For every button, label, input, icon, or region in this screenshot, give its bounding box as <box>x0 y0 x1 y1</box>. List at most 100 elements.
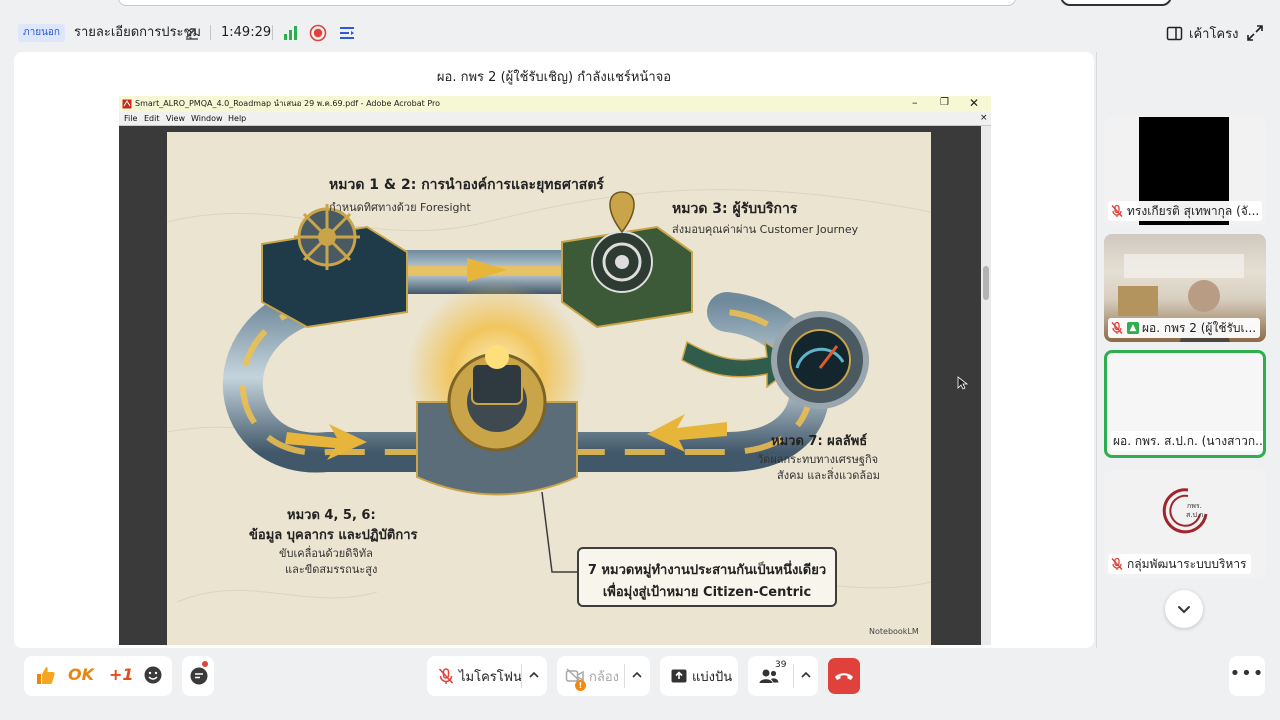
participant-tile[interactable]: ทรงเกียรติ สุเทพากุล (จั... <box>1104 117 1266 225</box>
scrollbar-thumb[interactable] <box>983 266 989 300</box>
layout-label: เค้าโครง <box>1189 26 1239 42</box>
cat12-subtitle: กำหนดทิศทางด้วย Foresight <box>329 201 471 214</box>
minimize-button[interactable]: – <box>912 97 918 109</box>
participant-name: ผอ. กพร 2 (ผู้ใช้รับเ... <box>1142 321 1257 335</box>
mic-off-icon <box>1111 557 1123 570</box>
layout-button[interactable]: เค้าโครง <box>1166 22 1238 44</box>
document-scrollbar[interactable] <box>981 126 991 645</box>
chevron-up-icon[interactable] <box>630 668 644 682</box>
callout-line-1: 7 หมวดหมู่ทำงานประสานกันเป็นหนึ่งเดียว <box>587 563 827 578</box>
maximize-button[interactable]: ❐ <box>940 97 949 109</box>
participant-name: ผอ. กพร. ส.ป.ก. (นางสาวก... <box>1113 434 1265 448</box>
participant-name-tag: ผอ. กพร. ส.ป.ก. (นางสาวก... <box>1111 431 1265 451</box>
share-screen-button[interactable]: แบ่งปัน <box>660 656 738 696</box>
mic-off-icon <box>438 668 454 684</box>
divider <box>624 664 625 688</box>
reaction-plus-one-button[interactable]: +1 <box>109 664 134 686</box>
divider <box>272 25 273 40</box>
notification-dot <box>202 661 208 667</box>
cat7-subtitle-2: สังคม และสิ่งแวดล้อม <box>777 469 881 482</box>
meeting-details-link[interactable]: รายละเอียดการประชุม <box>74 23 201 43</box>
more-options-button[interactable]: ••• <box>1229 656 1265 696</box>
camera-button[interactable]: ! กล้อง <box>557 656 650 696</box>
document-close-button[interactable]: × <box>980 112 988 124</box>
camera-label: กล้อง <box>589 669 619 685</box>
menu-view[interactable]: View <box>166 113 185 125</box>
chevron-up-icon[interactable] <box>799 668 813 682</box>
participant-tile[interactable]: ▲ ผอ. กพร 2 (ผู้ใช้รับเ... <box>1104 234 1266 342</box>
layout-icon <box>1166 26 1183 40</box>
acrobat-menubar: File Edit View Window Help × <box>119 112 991 126</box>
participant-tile[interactable]: กพร. ส.ป.ก. กลุ่มพัฒนาระบบบริหาร <box>1104 470 1266 578</box>
logo-text: ส.ป.ก. <box>1186 511 1206 519</box>
divider <box>793 664 794 688</box>
signal-strength-icon[interactable] <box>283 25 299 41</box>
meeting-timer: 1:49:29 <box>221 25 272 40</box>
notebooklm-watermark: NotebookLM <box>869 627 919 636</box>
participant-count: 39 <box>775 660 787 670</box>
participant-name: ทรงเกียรติ สุเทพากุล (จั... <box>1127 204 1260 218</box>
camera-warning-icon: ! <box>575 680 586 691</box>
share-screen-icon <box>671 669 687 683</box>
participants-button[interactable]: 39 <box>748 656 818 696</box>
mic-off-icon <box>1111 204 1123 217</box>
acrobat-window[interactable]: Smart_ALRO_PMQA_4.0_Roadmap นำเสนอ 29 พ.… <box>119 96 991 645</box>
participant-name: กลุ่มพัฒนาระบบบริหาร <box>1127 557 1247 571</box>
recording-icon[interactable] <box>309 24 327 42</box>
top-search-field[interactable] <box>118 0 1016 6</box>
microphone-label: ไมโครโฟน <box>459 669 522 685</box>
cat7-title: หมวด 7: ผลลัพธ์ <box>771 434 868 449</box>
acrobat-window-title: Smart_ALRO_PMQA_4.0_Roadmap นำเสนอ 29 พ.… <box>135 99 441 108</box>
share-label: แบ่งปัน <box>692 669 733 685</box>
fullscreen-icon[interactable] <box>1245 23 1265 43</box>
top-pill-button[interactable] <box>1060 0 1172 6</box>
meeting-controls-bar: OK +1 ไมโครโฟน ! กล้อง แบ่งปัน 39 ••• <box>0 648 1280 720</box>
document-page-area[interactable]: หมวด 1 & 2: การนำองค์การและยุทธศาสตร์ กำ… <box>119 126 981 645</box>
summary-callout: 7 หมวดหมู่ทำงานประสานกันเป็นหนึ่งเดียว เ… <box>577 547 837 607</box>
divider <box>521 664 522 688</box>
menu-help[interactable]: Help <box>228 113 246 125</box>
hang-up-icon <box>835 673 853 680</box>
cat456-title-2: ข้อมูล บุคลากร และปฏิบัติการ <box>249 528 418 543</box>
participant-name-tag: ทรงเกียรติ สุเทพากุล (จั... <box>1108 201 1262 221</box>
organization-logo-icon: กพร. ส.ป.ก. <box>1162 488 1208 534</box>
participant-name-tag: ▲ ผอ. กพร 2 (ผู้ใช้รับเ... <box>1108 318 1261 338</box>
reactions-group: OK +1 <box>24 656 172 696</box>
cat12-title: หมวด 1 & 2: การนำองค์การและยุทธศาสตร์ <box>329 177 604 193</box>
chat-button[interactable] <box>182 656 214 696</box>
chevron-down-icon <box>1178 606 1190 614</box>
cat456-subtitle-2: และขีดสมรรถนะสูง <box>285 563 378 576</box>
participant-name-tag: กลุ่มพัฒนาระบบบริหาร <box>1108 554 1251 574</box>
cat456-title-1: หมวด 4, 5, 6: <box>287 508 376 523</box>
menu-window[interactable]: Window <box>191 113 223 125</box>
thumbs-up-icon[interactable] <box>34 664 56 686</box>
meeting-menu-icon[interactable] <box>338 24 356 42</box>
microphone-button[interactable]: ไมโครโฟน <box>427 656 547 696</box>
pdf-file-icon <box>122 99 132 109</box>
cat3-title: หมวด 3: ผู้รับบริการ <box>672 201 798 217</box>
callout-line-2: เพื่อมุ่งสู่เป้าหมาย Citizen-Centric <box>602 585 812 600</box>
divider <box>210 25 211 40</box>
leave-meeting-button[interactable] <box>828 658 860 694</box>
chat-icon <box>190 667 208 685</box>
external-link-icon[interactable] <box>183 24 201 42</box>
chevron-up-icon[interactable] <box>527 668 541 682</box>
mouse-cursor-icon <box>957 376 969 390</box>
reaction-ok-button[interactable]: OK <box>68 664 94 686</box>
cat3-subtitle: ส่งมอบคุณค่าผ่าน Customer Journey <box>672 223 859 236</box>
top-bar: ภายนอก รายละเอียดการประชุม 1:49:29 เค้าโ… <box>0 0 1280 52</box>
screen-share-icon: ▲ <box>1127 322 1139 334</box>
shared-screen-stage: ผอ. กพร 2 (ผู้ใช้รับเชิญ) กำลังแชร์หน้าจ… <box>14 52 1094 648</box>
external-badge: ภายนอก <box>18 24 65 42</box>
roadmap-slide: หมวด 1 & 2: การนำองค์การและยุทธศาสตร์ กำ… <box>167 132 931 645</box>
window-close-button[interactable]: ✕ <box>969 96 979 110</box>
sharing-caption: ผอ. กพร 2 (ผู้ใช้รับเชิญ) กำลังแชร์หน้าจ… <box>436 70 672 85</box>
emoji-icon[interactable] <box>143 665 163 685</box>
show-more-participants-button[interactable] <box>1165 590 1203 628</box>
menu-edit[interactable]: Edit <box>144 113 160 125</box>
acrobat-titlebar: Smart_ALRO_PMQA_4.0_Roadmap นำเสนอ 29 พ.… <box>119 96 991 112</box>
sidebar-divider <box>1096 52 1097 648</box>
logo-text: กพร. <box>1187 502 1202 510</box>
participant-tile-active-speaker[interactable]: ผอ. กพร. ส.ป.ก. (นางสาวก... <box>1104 350 1266 458</box>
menu-file[interactable]: File <box>124 113 137 125</box>
